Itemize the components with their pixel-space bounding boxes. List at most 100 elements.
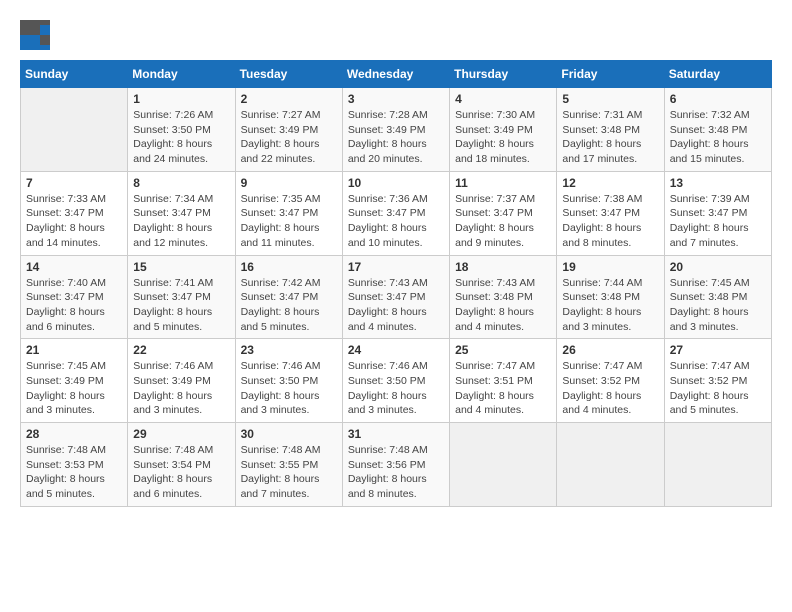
weekday-header: Saturday [664, 61, 771, 88]
calendar-cell: 12 Sunrise: 7:38 AMSunset: 3:47 PMDayligh… [557, 171, 664, 255]
calendar-cell: 23 Sunrise: 7:46 AMSunset: 3:50 PMDayligh… [235, 339, 342, 423]
day-number: 6 [670, 92, 766, 106]
calendar-cell [450, 423, 557, 507]
day-detail: Sunrise: 7:26 AMSunset: 3:50 PMDaylight:… [133, 108, 229, 167]
calendar-cell: 3Sunrise: 7:28 AMSunset: 3:49 PMDaylight… [342, 88, 449, 172]
day-number: 7 [26, 176, 122, 190]
day-number: 24 [348, 343, 444, 357]
calendar-cell: 13 Sunrise: 7:39 AMSunset: 3:47 PMDayligh… [664, 171, 771, 255]
day-number: 3 [348, 92, 444, 106]
day-detail: Sunrise: 7:38 AMSunset: 3:47 PMDaylight:… [562, 192, 658, 251]
day-number: 8 [133, 176, 229, 190]
day-number: 25 [455, 343, 551, 357]
day-number: 19 [562, 260, 658, 274]
logo-icon [20, 20, 50, 50]
day-number: 13 [670, 176, 766, 190]
calendar-table: SundayMondayTuesdayWednesdayThursdayFrid… [20, 60, 772, 507]
day-detail: Sunrise: 7:36 AMSunset: 3:47 PMDaylight:… [348, 192, 444, 251]
calendar-week-row: 21 Sunrise: 7:45 AMSunset: 3:49 PMDayligh… [21, 339, 772, 423]
day-number: 15 [133, 260, 229, 274]
day-number: 29 [133, 427, 229, 441]
calendar-cell: 9 Sunrise: 7:35 AMSunset: 3:47 PMDaylight… [235, 171, 342, 255]
day-detail: Sunrise: 7:47 AMSunset: 3:51 PMDaylight:… [455, 359, 551, 418]
calendar-week-row: 14 Sunrise: 7:40 AMSunset: 3:47 PMDayligh… [21, 255, 772, 339]
day-number: 22 [133, 343, 229, 357]
day-number: 21 [26, 343, 122, 357]
day-detail: Sunrise: 7:45 AMSunset: 3:49 PMDaylight:… [26, 359, 122, 418]
day-number: 27 [670, 343, 766, 357]
calendar-cell: 19Sunrise: 7:44 AMSunset: 3:48 PMDayligh… [557, 255, 664, 339]
day-number: 1 [133, 92, 229, 106]
day-number: 23 [241, 343, 337, 357]
day-number: 30 [241, 427, 337, 441]
day-detail: Sunrise: 7:47 AMSunset: 3:52 PMDaylight:… [670, 359, 766, 418]
day-detail: Sunrise: 7:48 AMSunset: 3:56 PMDaylight:… [348, 443, 444, 502]
weekday-header: Monday [128, 61, 235, 88]
calendar-cell: 4 Sunrise: 7:30 AMSunset: 3:49 PMDaylight… [450, 88, 557, 172]
day-number: 12 [562, 176, 658, 190]
day-detail: Sunrise: 7:45 AMSunset: 3:48 PMDaylight:… [670, 276, 766, 335]
day-detail: Sunrise: 7:48 AMSunset: 3:54 PMDaylight:… [133, 443, 229, 502]
day-detail: Sunrise: 7:48 AMSunset: 3:53 PMDaylight:… [26, 443, 122, 502]
page-header [20, 20, 772, 50]
calendar-cell: 5 Sunrise: 7:31 AMSunset: 3:48 PMDaylight… [557, 88, 664, 172]
calendar-cell: 16 Sunrise: 7:42 AMSunset: 3:47 PMDayligh… [235, 255, 342, 339]
calendar-cell: 25 Sunrise: 7:47 AMSunset: 3:51 PMDayligh… [450, 339, 557, 423]
day-number: 31 [348, 427, 444, 441]
day-detail: Sunrise: 7:40 AMSunset: 3:47 PMDaylight:… [26, 276, 122, 335]
weekday-header: Wednesday [342, 61, 449, 88]
calendar-cell: 21 Sunrise: 7:45 AMSunset: 3:49 PMDayligh… [21, 339, 128, 423]
day-detail: Sunrise: 7:31 AMSunset: 3:48 PMDaylight:… [562, 108, 658, 167]
calendar-header-row: SundayMondayTuesdayWednesdayThursdayFrid… [21, 61, 772, 88]
day-detail: Sunrise: 7:30 AMSunset: 3:49 PMDaylight:… [455, 108, 551, 167]
calendar-cell [557, 423, 664, 507]
day-number: 4 [455, 92, 551, 106]
day-number: 2 [241, 92, 337, 106]
calendar-cell: 29 Sunrise: 7:48 AMSunset: 3:54 PMDayligh… [128, 423, 235, 507]
calendar-cell: 18 Sunrise: 7:43 AMSunset: 3:48 PMDayligh… [450, 255, 557, 339]
day-detail: Sunrise: 7:43 AMSunset: 3:47 PMDaylight:… [348, 276, 444, 335]
day-number: 14 [26, 260, 122, 274]
day-number: 9 [241, 176, 337, 190]
day-detail: Sunrise: 7:41 AMSunset: 3:47 PMDaylight:… [133, 276, 229, 335]
calendar-cell: 30 Sunrise: 7:48 AMSunset: 3:55 PMDayligh… [235, 423, 342, 507]
calendar-cell: 2 Sunrise: 7:27 AMSunset: 3:49 PMDaylight… [235, 88, 342, 172]
weekday-header: Sunday [21, 61, 128, 88]
calendar-cell: 8Sunrise: 7:34 AMSunset: 3:47 PMDaylight… [128, 171, 235, 255]
day-detail: Sunrise: 7:48 AMSunset: 3:55 PMDaylight:… [241, 443, 337, 502]
day-detail: Sunrise: 7:35 AMSunset: 3:47 PMDaylight:… [241, 192, 337, 251]
day-detail: Sunrise: 7:33 AMSunset: 3:47 PMDaylight:… [26, 192, 122, 251]
day-detail: Sunrise: 7:46 AMSunset: 3:50 PMDaylight:… [348, 359, 444, 418]
calendar-cell [21, 88, 128, 172]
day-number: 28 [26, 427, 122, 441]
calendar-cell: 11Sunrise: 7:37 AMSunset: 3:47 PMDayligh… [450, 171, 557, 255]
calendar-cell: 7 Sunrise: 7:33 AMSunset: 3:47 PMDaylight… [21, 171, 128, 255]
calendar-cell: 10Sunrise: 7:36 AMSunset: 3:47 PMDayligh… [342, 171, 449, 255]
weekday-header: Tuesday [235, 61, 342, 88]
logo [20, 20, 54, 50]
weekday-header: Thursday [450, 61, 557, 88]
calendar-week-row: 28 Sunrise: 7:48 AMSunset: 3:53 PMDayligh… [21, 423, 772, 507]
calendar-week-row: 1 Sunrise: 7:26 AMSunset: 3:50 PMDaylight… [21, 88, 772, 172]
day-number: 20 [670, 260, 766, 274]
weekday-header: Friday [557, 61, 664, 88]
day-detail: Sunrise: 7:42 AMSunset: 3:47 PMDaylight:… [241, 276, 337, 335]
calendar-cell: 1 Sunrise: 7:26 AMSunset: 3:50 PMDaylight… [128, 88, 235, 172]
day-detail: Sunrise: 7:46 AMSunset: 3:49 PMDaylight:… [133, 359, 229, 418]
day-detail: Sunrise: 7:27 AMSunset: 3:49 PMDaylight:… [241, 108, 337, 167]
day-detail: Sunrise: 7:32 AMSunset: 3:48 PMDaylight:… [670, 108, 766, 167]
calendar-week-row: 7 Sunrise: 7:33 AMSunset: 3:47 PMDaylight… [21, 171, 772, 255]
day-detail: Sunrise: 7:46 AMSunset: 3:50 PMDaylight:… [241, 359, 337, 418]
calendar-cell: 17 Sunrise: 7:43 AMSunset: 3:47 PMDayligh… [342, 255, 449, 339]
day-number: 16 [241, 260, 337, 274]
day-detail: Sunrise: 7:43 AMSunset: 3:48 PMDaylight:… [455, 276, 551, 335]
day-number: 5 [562, 92, 658, 106]
calendar-cell: 20 Sunrise: 7:45 AMSunset: 3:48 PMDayligh… [664, 255, 771, 339]
calendar-cell: 15 Sunrise: 7:41 AMSunset: 3:47 PMDayligh… [128, 255, 235, 339]
day-number: 17 [348, 260, 444, 274]
day-detail: Sunrise: 7:39 AMSunset: 3:47 PMDaylight:… [670, 192, 766, 251]
day-number: 26 [562, 343, 658, 357]
calendar-cell: 6 Sunrise: 7:32 AMSunset: 3:48 PMDaylight… [664, 88, 771, 172]
calendar-cell: 26Sunrise: 7:47 AMSunset: 3:52 PMDayligh… [557, 339, 664, 423]
day-number: 18 [455, 260, 551, 274]
